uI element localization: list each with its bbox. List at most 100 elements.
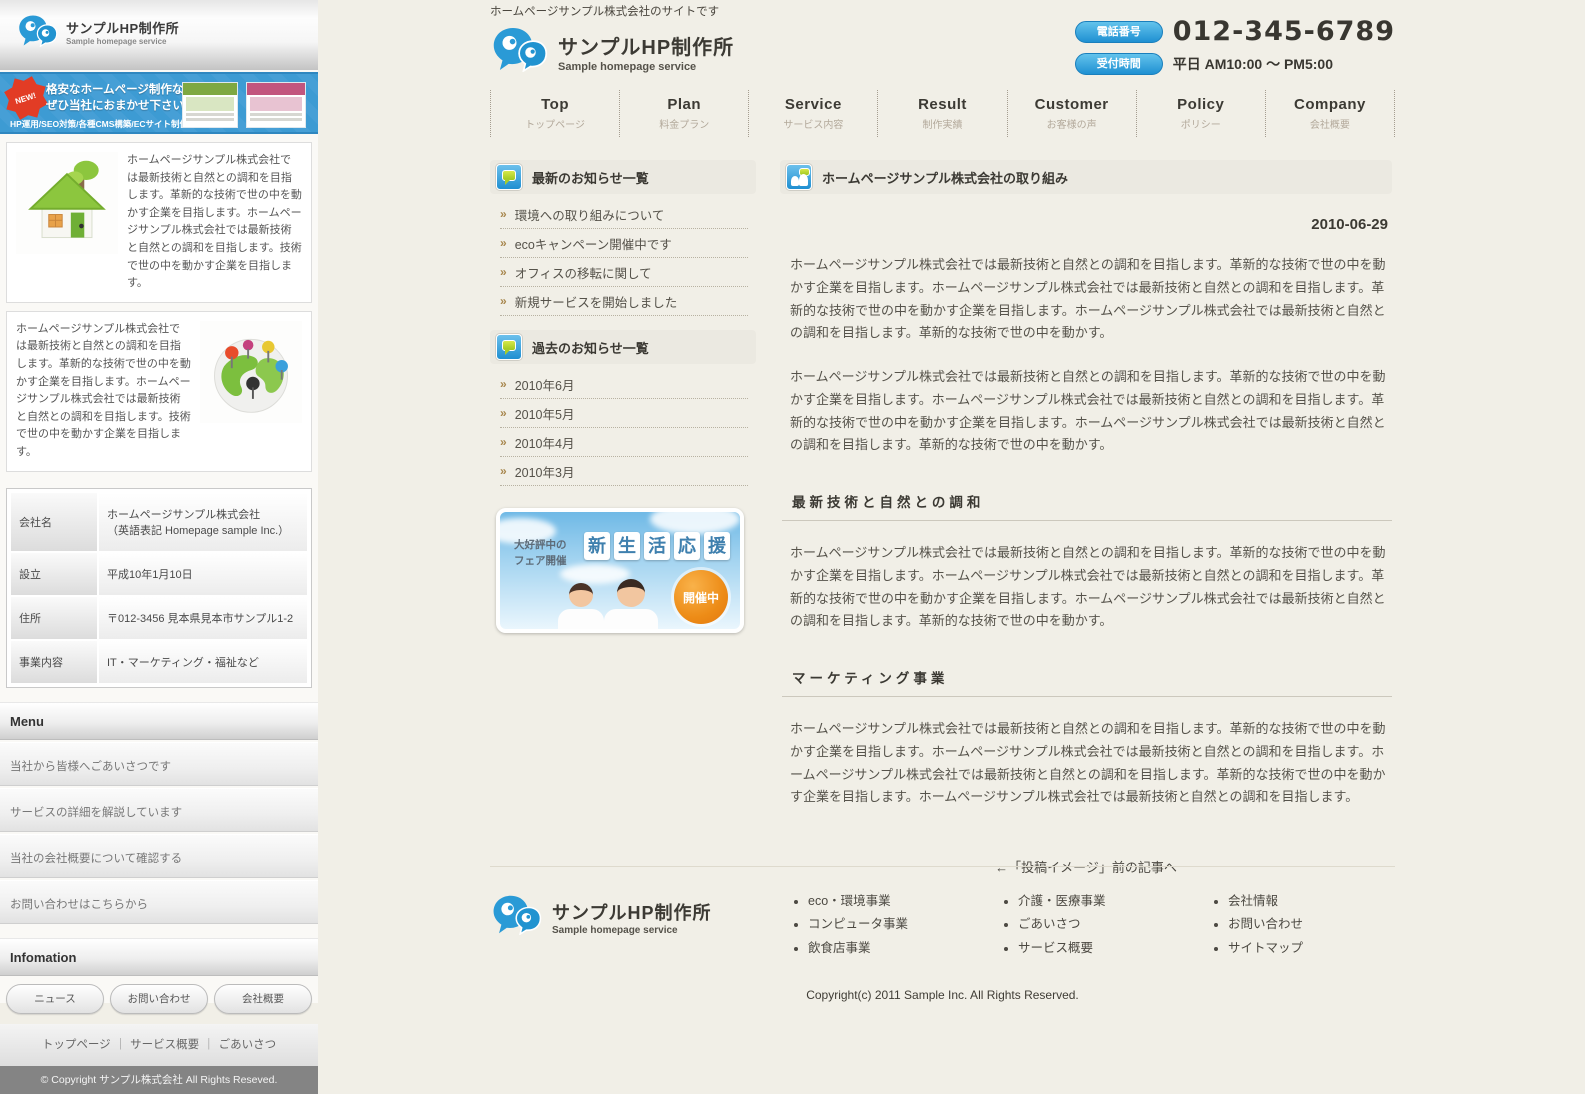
header-logo-subtitle: Sample homepage service	[558, 61, 734, 73]
sidebar-logo[interactable]: サンプルHP制作所 Sample homepage service	[0, 0, 318, 70]
woman-figure	[558, 583, 604, 633]
nav-item-result[interactable]: Result 制作実績	[877, 90, 1006, 137]
article-paragraph: ホームページサンプル株式会社では最新技術と自然との調和を目指します。革新的な技術…	[790, 366, 1390, 457]
archive-item[interactable]: »2010年5月	[500, 399, 748, 428]
footer-link[interactable]: コンピュータ事業	[808, 915, 908, 934]
company-button[interactable]: 会社概要	[214, 984, 312, 1014]
article-header: ホームページサンプル株式会社の取り組み	[780, 160, 1392, 194]
table-row: 住所 〒012-3456 見本県見本市サンプル1-2	[11, 597, 307, 639]
section-heading-tech-nature: 最新技術と自然との調和	[782, 491, 1392, 521]
sidebar-item-contact[interactable]: お問い合わせはこちらから	[0, 880, 318, 924]
footer-link[interactable]: 介護・医療事業	[1018, 892, 1106, 911]
article-paragraph: ホームページサンプル株式会社では最新技術と自然との調和を目指します。革新的な技術…	[790, 254, 1390, 345]
news-column: 最新のお知らせ一覧 »環境への取り組みについて »ecoキャンペーン開催中です …	[490, 160, 756, 633]
hours-label-badge: 受付時間	[1075, 53, 1163, 75]
address-label: 住所	[11, 597, 97, 639]
news-button[interactable]: ニュース	[6, 984, 104, 1014]
intro-box-house: ホームページサンプル株式会社では最新技術と自然との調和を目指します。革新的な技術…	[6, 142, 312, 303]
sidebar-item-company-profile[interactable]: 当社の会社概要について確認する	[0, 834, 318, 878]
footer-link[interactable]: サービス概要	[1018, 939, 1106, 958]
footer-links-column-3: 会社情報 お問い合わせ サイトマップ	[1228, 892, 1303, 962]
intro-text-2: ホームページサンプル株式会社では最新技術と自然との調和を目指します。革新的な技術…	[16, 321, 191, 462]
double-arrow-icon: »	[500, 435, 507, 449]
speech-bubbles-logo-icon	[492, 26, 548, 77]
speech-bubbles-logo-icon	[18, 14, 58, 52]
footer-link[interactable]: ごあいさつ	[1018, 915, 1106, 934]
footer-logo[interactable]: サンプルHP制作所 Sample homepage service	[492, 894, 711, 940]
footer-link[interactable]: 飲食店事業	[808, 939, 908, 958]
latest-news-list: »環境への取り組みについて »ecoキャンペーン開催中です »オフィスの移転に関…	[500, 200, 748, 316]
double-arrow-icon: »	[500, 236, 507, 250]
footer-link-greeting[interactable]: ごあいさつ	[219, 1039, 277, 1051]
info-buttons-row: ニュース お問い合わせ 会社概要	[0, 976, 318, 1024]
latest-news-header: 最新のお知らせ一覧	[490, 160, 756, 194]
footer-link[interactable]: 会社情報	[1228, 892, 1303, 911]
sidebar-footer-links: トップページ｜サービス概要｜ごあいさつ	[0, 1024, 318, 1066]
footer-links-column-2: 介護・医療事業 ごあいさつ サービス概要	[1018, 892, 1106, 962]
footer-links-column-1: eco・環境事業 コンピュータ事業 飲食店事業	[808, 892, 908, 962]
article-column: ホームページサンプル株式会社の取り組み 2010-06-29 ホームページサンプ…	[780, 160, 1392, 876]
double-arrow-icon: »	[500, 207, 507, 221]
section-heading-marketing: マーケティング事業	[782, 667, 1392, 697]
footer-link[interactable]: eco・環境事業	[808, 892, 908, 911]
banner-line2: ぜひ当社におまかせ下さい!	[46, 97, 188, 113]
campaign-lead-text: 大好評中の フェア開催	[514, 538, 567, 570]
footer-link-service[interactable]: サービス概要	[130, 1039, 199, 1051]
footer-link[interactable]: お問い合わせ	[1228, 915, 1303, 934]
news-item[interactable]: »オフィスの移転に関して	[500, 258, 748, 287]
nav-item-service[interactable]: Service サービス内容	[748, 90, 877, 137]
past-news-header: 過去のお知らせ一覧	[490, 330, 756, 364]
nav-item-plan[interactable]: Plan 料金プラン	[619, 90, 748, 137]
header-logo[interactable]: サンプルHP制作所 Sample homepage service	[492, 26, 734, 77]
archive-item[interactable]: »2010年3月	[500, 457, 748, 486]
contact-button[interactable]: お問い合わせ	[110, 984, 208, 1014]
news-item[interactable]: »環境への取り組みについて	[500, 200, 748, 229]
archive-item[interactable]: »2010年4月	[500, 428, 748, 457]
contact-info-block: 電話番号 012-345-6789 受付時間 平日 AM10:00 ～ PM5:…	[1075, 16, 1395, 81]
archive-item[interactable]: »2010年6月	[500, 370, 748, 399]
sidebar-item-service-detail[interactable]: サービスの詳細を解説しています	[0, 788, 318, 832]
footer-link[interactable]: サイトマップ	[1228, 939, 1303, 958]
banner-line1: 格安なホームページ制作なら	[46, 81, 195, 97]
news-item[interactable]: »新規サービスを開始しました	[500, 287, 748, 316]
sidebar-copyright: © Copyright サンプル株式会社 All Rights Reseved.	[0, 1066, 318, 1094]
man-figure	[604, 579, 658, 633]
people-bubble-icon	[786, 164, 812, 190]
founded-label: 設立	[11, 553, 97, 595]
menu-heading: Menu	[0, 702, 318, 740]
separator: ｜	[203, 1039, 215, 1051]
article-paragraph: ホームページサンプル株式会社では最新技術と自然との調和を目指します。革新的な技術…	[790, 542, 1390, 633]
new-badge-icon: NEW!	[10, 82, 42, 114]
nav-item-customer[interactable]: Customer お客様の声	[1007, 90, 1136, 137]
company-name-value: ホームページサンプル株式会社 （英語表記 Homepage sample Inc…	[99, 493, 307, 551]
banner-line3: HP運用/SEO対策/各種CMS構築/ECサイト制作など	[10, 118, 205, 130]
campaign-title-chars: 新生活応援	[584, 532, 730, 560]
speech-bubble-icon	[496, 334, 522, 360]
phone-label-badge: 電話番号	[1075, 21, 1163, 43]
nav-item-policy[interactable]: Policy ポリシー	[1136, 90, 1265, 137]
globe-pins-image	[200, 321, 302, 423]
phone-number: 012-345-6789	[1173, 16, 1395, 47]
address-value: 〒012-3456 見本県見本市サンプル1-2	[99, 597, 307, 639]
sidebar-logo-subtitle: Sample homepage service	[66, 37, 179, 46]
sidebar-logo-title: サンプルHP制作所	[66, 14, 179, 37]
news-item[interactable]: »ecoキャンペーン開催中です	[500, 229, 748, 258]
nav-item-company[interactable]: Company 会社概要	[1265, 90, 1394, 137]
company-info-table: 会社名 ホームページサンプル株式会社 （英語表記 Homepage sample…	[6, 488, 312, 688]
site-thumbnail-green	[182, 82, 238, 128]
separator: ｜	[115, 1039, 127, 1051]
speech-bubbles-logo-icon	[492, 894, 542, 940]
sidebar-item-greeting[interactable]: 当社から皆様へごあいさつです	[0, 742, 318, 786]
past-news-list: »2010年6月 »2010年5月 »2010年4月 »2010年3月	[500, 370, 748, 486]
campaign-banner[interactable]: 大好評中の フェア開催 新生活応援 開催中	[496, 508, 744, 633]
article-paragraph: ホームページサンプル株式会社では最新技術と自然との調和を目指します。革新的な技術…	[790, 718, 1390, 809]
footer-link-top[interactable]: トップページ	[42, 1039, 111, 1051]
intro-text-1: ホームページサンプル株式会社では最新技術と自然との調和を目指します。革新的な技術…	[127, 152, 302, 293]
table-row: 事業内容 IT・マーケティング・福祉など	[11, 641, 307, 683]
header-logo-title: サンプルHP制作所	[558, 31, 734, 60]
open-now-badge: 開催中	[674, 570, 728, 624]
nav-item-top[interactable]: Top トップページ	[490, 90, 619, 137]
sidebar: サンプルHP制作所 Sample homepage service NEW! 格…	[0, 0, 318, 1003]
promo-banner-sidebar[interactable]: NEW! 格安なホームページ制作なら ぜひ当社におまかせ下さい! HP運用/SE…	[0, 72, 318, 134]
double-arrow-icon: »	[500, 265, 507, 279]
